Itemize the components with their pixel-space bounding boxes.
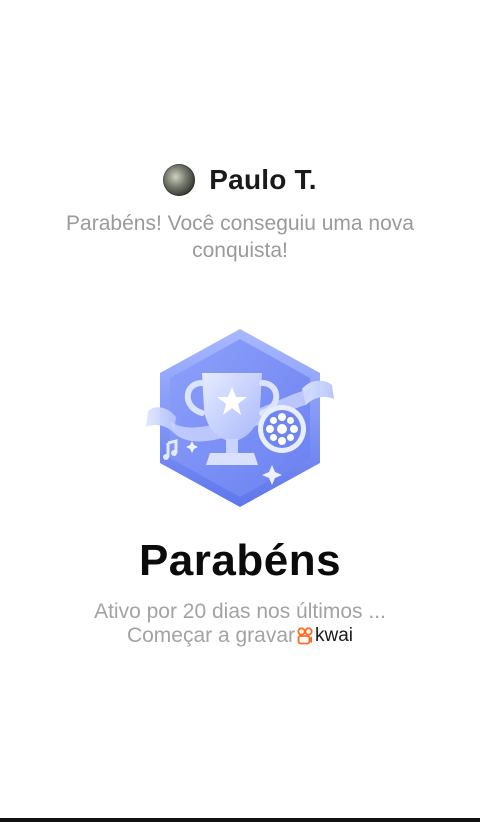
achievement-badge-icon [146,329,334,507]
profile-row: Paulo T. [0,158,480,202]
kwai-brand-text: kwai [315,625,354,646]
achievement-description-line1: Ativo por 20 dias nos últimos ... [94,600,386,623]
start-recording-text[interactable]: Começar a gravar [127,624,295,647]
achievement-description-line2-row: Começar a gravar kwai [127,624,353,647]
achievement-description: Ativo por 20 dias nos últimos ... Começa… [40,600,440,647]
congrats-subtitle: Parabéns! Você conseguiu uma nova conqui… [66,212,414,262]
user-name[interactable]: Paulo T. [209,164,316,196]
bottom-divider [0,818,480,822]
achievement-title: Parabéns [138,536,342,585]
kwai-logo-icon [297,626,313,644]
avatar[interactable] [163,164,196,196]
kwai-watermark: kwai [297,624,353,647]
